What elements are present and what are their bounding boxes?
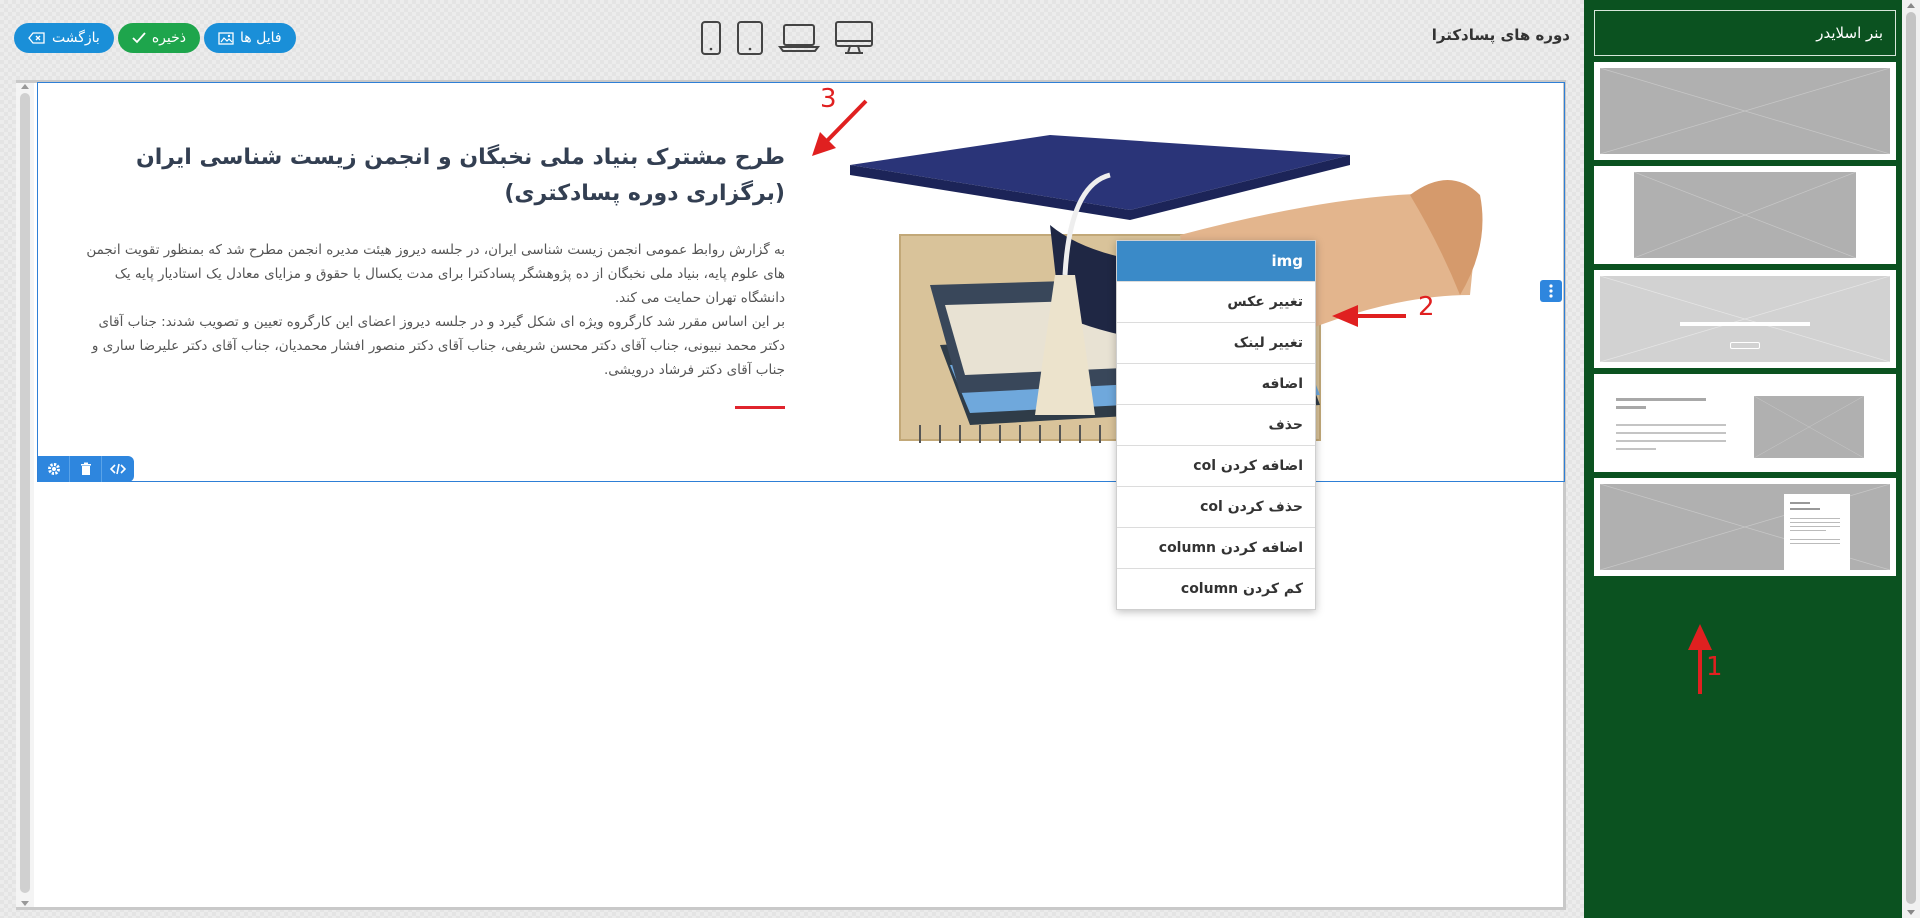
template-banner-full-image[interactable] <box>1594 62 1896 160</box>
context-menu-title: img <box>1117 241 1315 281</box>
gear-icon <box>47 463 60 475</box>
scroll-down-arrow[interactable] <box>21 901 29 906</box>
template-banner-centered-image[interactable] <box>1594 166 1896 264</box>
title-underline <box>735 406 785 409</box>
image-placeholder-icon <box>1634 172 1856 258</box>
text-line-placeholder <box>1616 440 1726 442</box>
annotation-number-2: 2 <box>1418 292 1435 322</box>
sidebar-title: بنر اسلایدر <box>1594 10 1896 56</box>
annotation-arrow-3 <box>812 99 868 156</box>
menu-change-link[interactable]: تغییر لینک <box>1117 322 1315 363</box>
scroll-thumb[interactable] <box>1906 12 1916 904</box>
template-banner-text-image[interactable] <box>1594 374 1896 472</box>
menu-delete[interactable]: حذف <box>1117 404 1315 445</box>
menu-add-col[interactable]: اضافه کردن col <box>1117 445 1315 486</box>
menu-reduce-column[interactable]: کم کردن column <box>1117 568 1315 609</box>
save-button-label: ذخیره <box>151 30 187 46</box>
laptop-icon[interactable] <box>778 22 820 58</box>
delete-button[interactable] <box>70 456 102 482</box>
code-button[interactable] <box>102 456 134 482</box>
text-line-placeholder <box>1616 448 1656 450</box>
title-line-placeholder <box>1616 398 1706 401</box>
image-placeholder-icon <box>1600 68 1890 154</box>
desktop-icon[interactable] <box>834 20 874 60</box>
device-switcher <box>700 20 874 60</box>
header-actions: بازگشت ذخیره فایل ها <box>14 23 296 53</box>
title-line-placeholder <box>1616 406 1646 409</box>
text-line-placeholder <box>1616 424 1726 426</box>
template-banner-image-document[interactable] <box>1594 478 1896 576</box>
text-line-placeholder <box>1616 432 1726 434</box>
menu-add[interactable]: اضافه <box>1117 363 1315 404</box>
code-icon <box>110 463 126 475</box>
check-icon <box>132 32 146 44</box>
button-placeholder <box>1730 342 1760 349</box>
context-menu: img تغییر عکس تغییر لینک اضافه حذف اضافه… <box>1116 240 1316 610</box>
more-vertical-icon <box>1549 284 1553 298</box>
image-placeholder-icon <box>1754 396 1864 458</box>
tablet-icon[interactable] <box>736 20 764 60</box>
scroll-up-arrow[interactable] <box>1907 3 1915 8</box>
scroll-thumb[interactable] <box>20 93 30 893</box>
canvas-scrollbar[interactable] <box>16 83 34 907</box>
template-banner-text-centered[interactable] <box>1594 270 1896 368</box>
annotation-number-1: 1 <box>1706 652 1723 682</box>
scroll-down-arrow[interactable] <box>1907 910 1915 915</box>
body-paragraph-1: به گزارش روابط عمومی انجمن زیست شناسی ای… <box>86 242 785 306</box>
sidebar-scrollbar[interactable] <box>1902 0 1920 918</box>
back-button-label: بازگشت <box>52 30 100 46</box>
menu-add-column[interactable]: اضافه کردن column <box>1117 527 1315 568</box>
scroll-up-arrow[interactable] <box>21 84 29 89</box>
annotation-arrow-2 <box>1332 305 1406 327</box>
body-paragraph-2: بر این اساس مقرر شد کارگروه ویژه ای شکل … <box>91 314 785 378</box>
files-button[interactable]: فایل ها <box>204 23 296 53</box>
image-placeholder-icon <box>1600 276 1890 362</box>
section-title[interactable]: طرح مشترک بنیاد ملی نخبگان و انجمن زیست … <box>85 140 785 212</box>
mobile-icon[interactable] <box>700 20 722 60</box>
menu-change-image[interactable]: تغییر عکس <box>1117 281 1315 322</box>
page-title: دوره های پسادکترا <box>1431 26 1570 44</box>
image-icon <box>218 31 234 45</box>
title-line-placeholder <box>1680 322 1810 326</box>
section-body[interactable]: به گزارش روابط عمومی انجمن زیست شناسی ای… <box>85 238 785 382</box>
document-placeholder <box>1784 494 1850 574</box>
files-button-label: فایل ها <box>240 30 282 46</box>
settings-button[interactable] <box>38 456 70 482</box>
back-button[interactable]: بازگشت <box>14 23 114 53</box>
section-options-handle[interactable] <box>1540 280 1562 302</box>
trash-icon <box>80 462 91 475</box>
template-list <box>1594 62 1896 582</box>
annotation-number-3: 3 <box>820 84 837 114</box>
sidebar: بنر اسلایدر <box>1584 0 1920 918</box>
save-button[interactable]: ذخیره <box>117 23 201 53</box>
menu-remove-col[interactable]: حذف کردن col <box>1117 486 1315 527</box>
backspace-icon <box>28 32 45 44</box>
section-toolbar <box>38 456 134 482</box>
